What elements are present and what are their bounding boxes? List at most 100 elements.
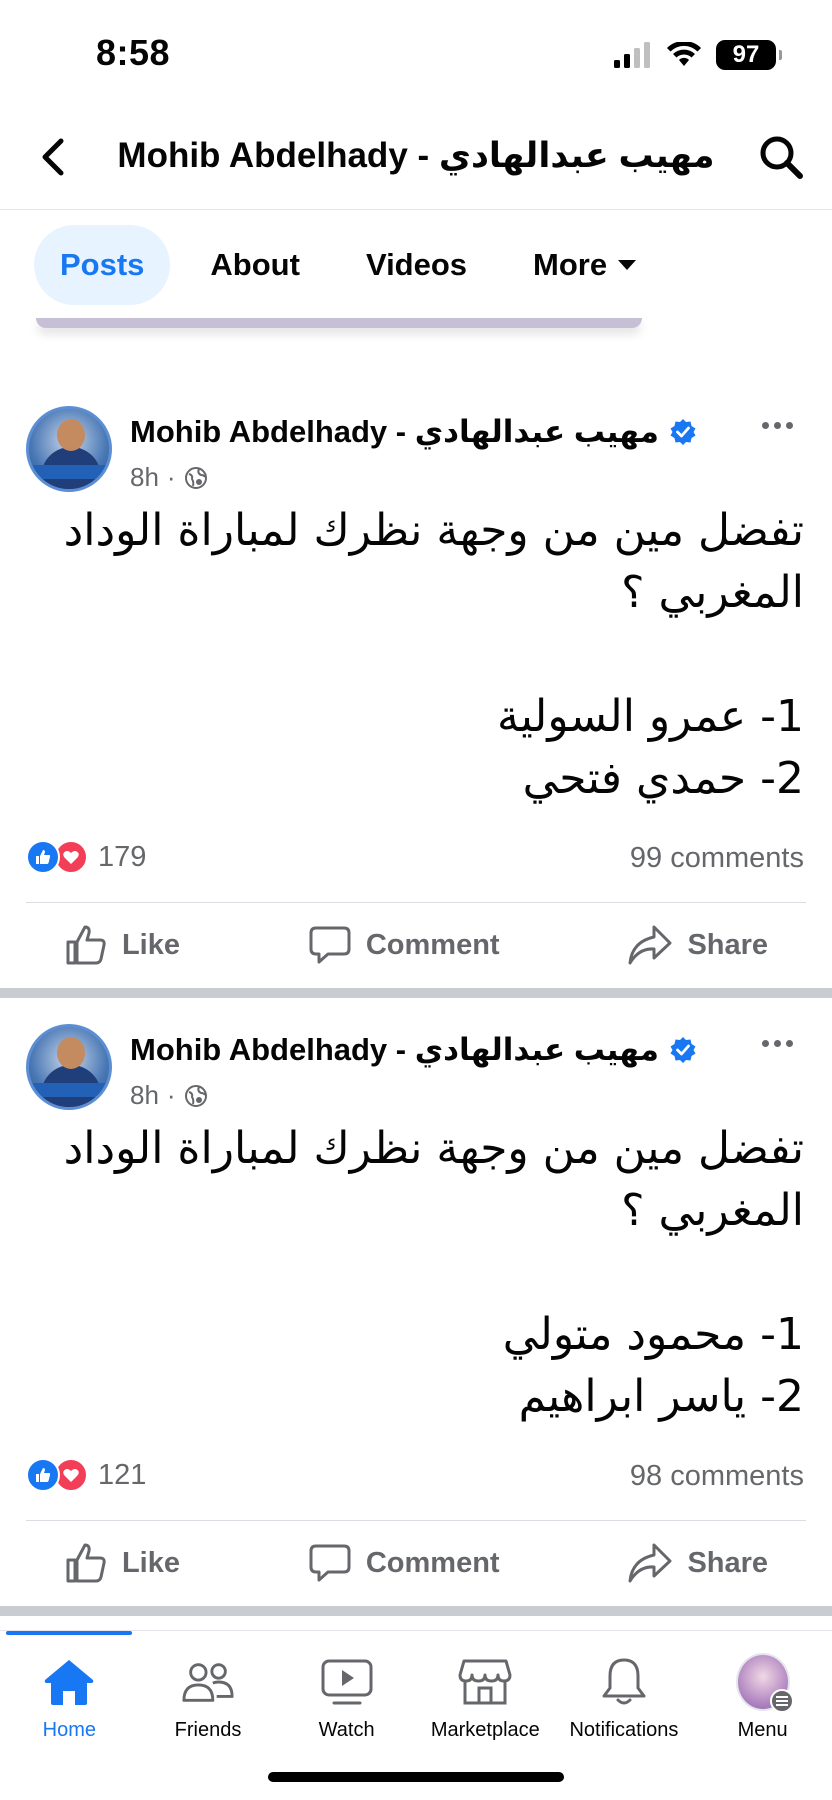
like-button[interactable]: Like [64,923,180,967]
post: Mohib Abdelhady - مهيب عبدالهادي 8h · تف… [0,400,832,986]
post-text-line: 2- حمدي فتحي [522,753,804,804]
active-tab-indicator [6,1631,132,1635]
post-text-line: 1- محمود متولي [502,1309,804,1360]
avatar[interactable] [26,1024,112,1110]
nav-label-friends: Friends [174,1719,242,1741]
post-separator [0,1606,832,1616]
post-text-line [40,624,804,686]
watch-icon [321,1659,373,1705]
verified-badge-icon [670,1037,696,1063]
avatar [735,1653,794,1713]
post-text-line: 2- ياسر ابراهيم [518,1371,804,1422]
cover-image-edge [36,318,642,328]
nav-notifications[interactable]: Notifications [555,1631,694,1742]
page-header: Mohib Abdelhady - مهيب عبدالهادي [0,110,832,210]
tab-more[interactable]: More [507,225,663,305]
like-label: Like [121,928,180,961]
meta-separator: · [166,462,176,492]
post-text: تفضل مين من وجهة نظرك لمباراة الوداد الم… [40,500,804,810]
share-button[interactable]: Share [627,923,768,967]
back-button[interactable] [28,132,78,182]
comments-count[interactable]: 98 comments [630,1460,804,1493]
wifi-icon [667,42,701,66]
like-button[interactable]: Like [64,1541,180,1585]
post-meta: 8h · [130,1080,208,1111]
post-text: تفضل مين من وجهة نظرك لمباراة الوداد الم… [40,1118,804,1428]
nav-home[interactable]: Home [0,1631,139,1742]
search-button[interactable] [754,130,808,184]
like-label: Like [121,1546,180,1579]
search-icon [760,136,803,179]
comment-icon [309,926,351,964]
meta-separator: · [166,1080,176,1110]
nav-marketplace[interactable]: Marketplace [416,1631,555,1742]
nav-label-menu: Menu [737,1719,788,1741]
signal-icon [614,42,650,68]
author-name: Mohib Abdelhady - مهيب عبدالهادي [130,414,659,449]
comment-icon [309,1544,351,1582]
divider [26,1520,806,1521]
post-actions: Like Comment Share [0,1528,832,1598]
post-author[interactable]: Mohib Abdelhady - مهيب عبدالهادي [130,1032,697,1068]
reaction-count: 121 [98,1458,147,1491]
post-options-icon[interactable] [752,410,802,440]
bell-icon [602,1658,646,1705]
nav-watch[interactable]: Watch [277,1631,416,1742]
thumbs-up-icon [66,925,106,965]
post-text-line: 1- عمرو السولية [497,691,804,742]
post-time: 8h [130,462,159,492]
like-reaction-icon [26,1458,60,1492]
reaction-count: 179 [98,840,147,873]
share-button[interactable]: Share [627,1541,768,1585]
caret-down-icon [618,260,637,270]
home-indicator[interactable] [268,1772,564,1782]
like-reaction-icon [26,840,60,874]
share-icon [628,1543,672,1583]
divider [26,902,806,903]
reactions-summary[interactable]: 121 [26,1458,146,1492]
thumbs-up-icon [66,1543,106,1583]
nav-menu[interactable]: Menu [693,1631,832,1742]
battery-indicator: 97 [716,40,782,70]
author-name: Mohib Abdelhady - مهيب عبدالهادي [130,1032,659,1067]
reactions-summary[interactable]: 179 [26,840,146,874]
post-time: 8h [130,1080,159,1110]
chevron-left-icon [42,138,64,176]
post-text-line [40,1242,804,1304]
post-text-line: تفضل مين من وجهة نظرك لمباراة الوداد الم… [63,1123,804,1236]
status-icons: 97 [614,40,782,70]
share-icon [628,925,672,965]
share-label: Share [687,928,769,961]
nav-label-notifications: Notifications [569,1719,679,1741]
comment-label: Comment [365,1546,500,1579]
nav-friends[interactable]: Friends [139,1631,278,1742]
home-icon [45,1660,94,1705]
tab-posts[interactable]: Posts [34,225,171,305]
tab-videos[interactable]: Videos [340,225,493,305]
friends-icon [182,1663,234,1702]
status-bar: 8:58 97 [0,0,832,110]
post-author[interactable]: Mohib Abdelhady - مهيب عبدالهادي [130,414,697,450]
verified-badge-icon [670,419,696,445]
nav-label-home: Home [42,1719,96,1741]
globe-icon [184,1084,207,1107]
comments-count[interactable]: 99 comments [630,842,804,875]
marketplace-icon [458,1659,512,1705]
tab-about[interactable]: About [184,225,326,305]
post-meta: 8h · [130,462,208,493]
share-label: Share [687,1546,769,1579]
globe-icon [184,466,207,489]
comment-button[interactable]: Comment [308,1541,500,1585]
post-separator [0,988,832,998]
tab-more-label: More [533,247,608,282]
post-actions: Like Comment Share [0,910,832,980]
post-options-icon[interactable] [752,1028,802,1058]
post: Mohib Abdelhady - مهيب عبدالهادي 8h · تف… [0,1018,832,1604]
menu-icon [769,1689,794,1713]
profile-tabs: Posts About Videos More [34,225,663,305]
comment-label: Comment [365,928,500,961]
post-text-line: تفضل مين من وجهة نظرك لمباراة الوداد الم… [63,505,804,618]
avatar[interactable] [26,406,112,492]
nav-label-marketplace: Marketplace [430,1719,540,1741]
comment-button[interactable]: Comment [308,923,500,967]
